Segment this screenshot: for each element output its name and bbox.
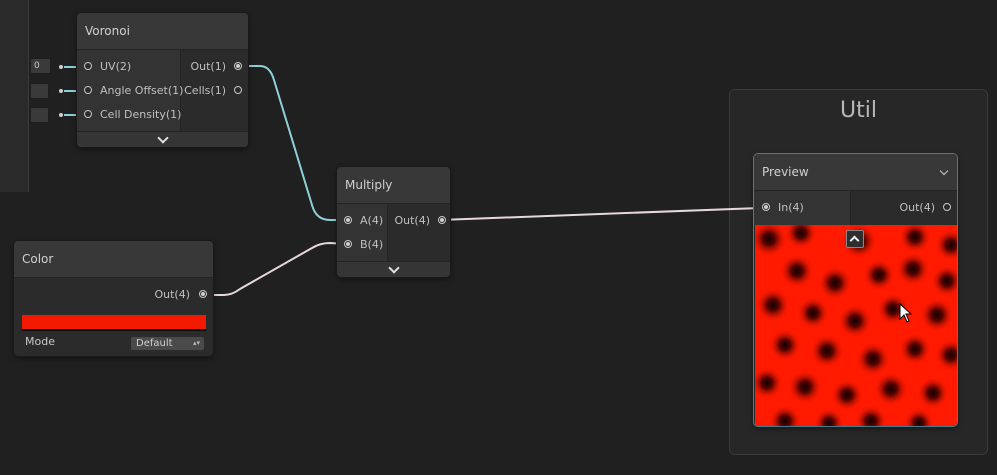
color-node[interactable]: Color Out(4) Mode Default ▴▾ [14,241,213,356]
input-port-b[interactable]: B(4) [337,233,387,257]
input-port-in[interactable]: In(4) [754,196,850,220]
output-port-out[interactable]: Out(1) [181,55,248,79]
collapse-toggle[interactable] [337,261,450,277]
preview-image [754,217,957,426]
output-port-out[interactable]: Out(4) [851,196,957,220]
color-swatch[interactable] [22,315,206,331]
uv-default-field[interactable]: 0 [30,58,51,74]
mouse-pointer-icon [899,303,913,323]
input-port-a[interactable]: A(4) [337,209,387,233]
node-title[interactable]: Multiply [337,167,450,204]
port-dot [59,113,63,117]
output-port-out[interactable]: Out(4) [90,283,213,307]
voronoi-node[interactable]: Voronoi UV(2) Angle Offset(1) Cell Densi… [77,13,248,147]
multiply-node[interactable]: Multiply A(4) B(4) Out(4) [337,167,450,277]
cell-density-field[interactable] [30,107,49,123]
mode-dropdown[interactable]: Default ▴▾ [131,337,204,350]
port-dot [59,65,63,69]
chevron-up-icon[interactable] [846,230,864,248]
dropdown-arrows-icon: ▴▾ [192,339,200,347]
chevron-down-icon [387,262,400,274]
output-port-cells[interactable]: Cells(1) [181,79,248,103]
wire-voronoi-to-multiply-a [240,65,345,221]
chevron-down-icon[interactable] [939,166,949,176]
collapse-toggle[interactable] [77,131,248,147]
wire-color-to-multiply-b [205,241,346,296]
preview-node[interactable]: Preview In(4) Out(4) [754,154,957,426]
port-dot [59,89,63,93]
voronoi-pattern [754,217,957,426]
input-port-angle-offset[interactable]: Angle Offset(1) [77,79,183,103]
input-port-cell-density[interactable]: Cell Density(1) [77,103,181,127]
mode-label: Mode [25,335,55,348]
wire-multiply-to-preview [439,207,761,221]
chevron-down-icon [156,132,169,144]
node-title[interactable]: Preview [754,154,957,191]
group-title[interactable]: Util [730,98,987,123]
node-title[interactable]: Color [14,241,213,278]
offscreen-panel [0,0,29,192]
node-title[interactable]: Voronoi [77,13,248,50]
output-port-out[interactable]: Out(4) [388,209,450,233]
angle-offset-field[interactable] [30,83,49,99]
input-port-uv[interactable]: UV(2) [77,55,180,79]
